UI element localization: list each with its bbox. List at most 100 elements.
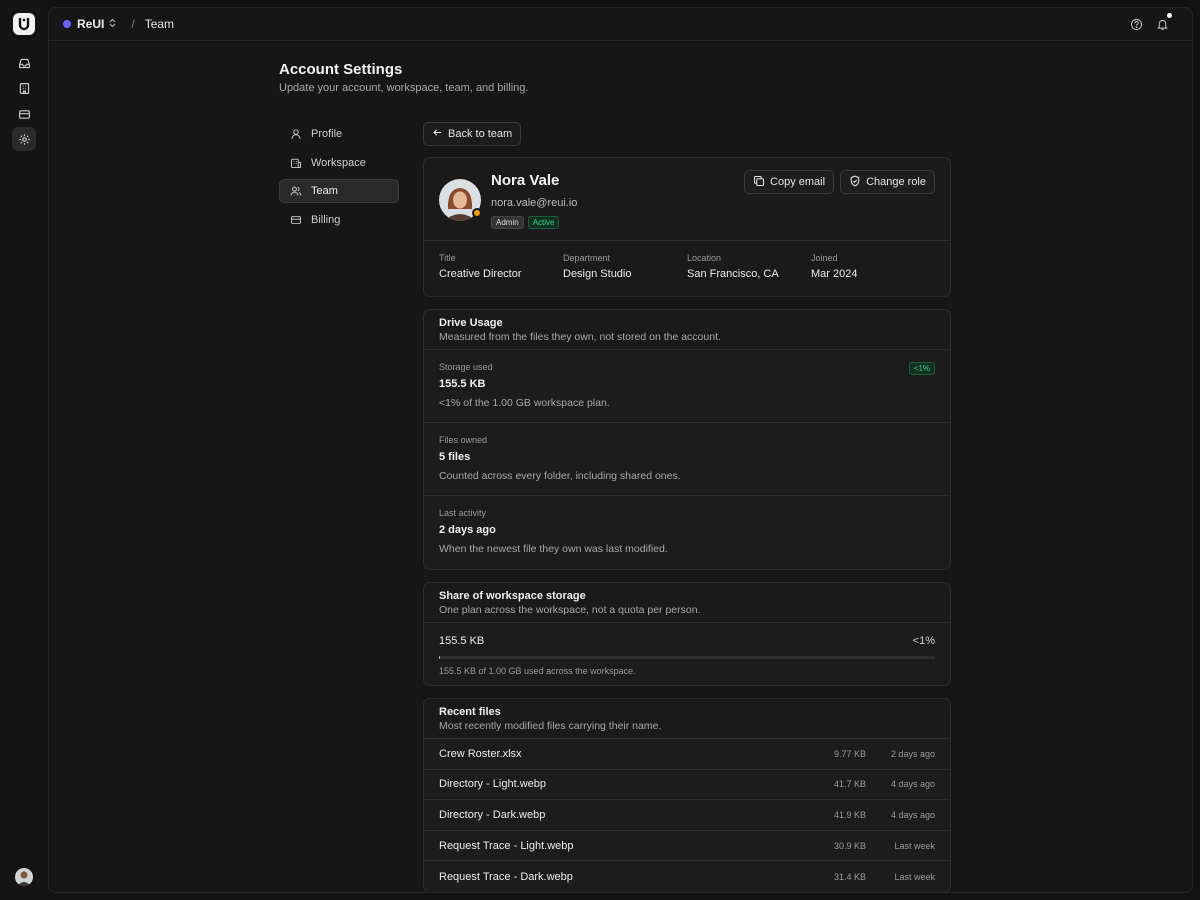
member-name: Nora Vale: [491, 172, 560, 189]
member-profile-card: Nora Vale nora.vale@reui.io Admin Active…: [423, 157, 951, 297]
copy-email-label: Copy email: [770, 176, 826, 188]
workspace-name: ReUI: [77, 17, 105, 31]
fact-title: Title Creative Director: [439, 253, 563, 296]
building-icon[interactable]: [12, 76, 36, 100]
fact-value: San Francisco, CA: [687, 268, 779, 280]
copy-icon: [753, 175, 765, 190]
file-size: 41.9 KB: [833, 809, 866, 820]
help-icon[interactable]: [1128, 16, 1144, 32]
settings-gear-icon[interactable]: [12, 127, 36, 151]
section-subtitle: Most recently modified files carrying th…: [439, 720, 662, 732]
metric-description: <1% of the 1.00 GB workspace plan.: [439, 397, 610, 409]
nav-item-label: Team: [311, 185, 338, 197]
usage-percent-badge: <1%: [908, 362, 935, 375]
bell-icon[interactable]: [1154, 13, 1172, 32]
file-modified: Last week: [894, 840, 935, 851]
share-percent: <1%: [912, 635, 935, 647]
user-icon: [290, 128, 302, 140]
file-modified: 2 days ago: [890, 748, 935, 759]
file-name: Request Trace - Dark.webp: [439, 870, 573, 883]
settings-nav: Profile Workspace Team Billing: [279, 122, 399, 236]
file-modified: 4 days ago: [890, 809, 935, 820]
change-role-button[interactable]: Change role: [840, 170, 935, 194]
user-avatar[interactable]: [15, 868, 33, 886]
shield-check-icon: [849, 175, 861, 190]
metric-description: Counted across every folder, including s…: [439, 470, 681, 482]
main-panel: ReUI / Team Account Settings Update your…: [48, 7, 1193, 893]
top-bar: ReUI / Team: [49, 8, 1192, 41]
file-row[interactable]: Request Trace - Light.webp 30.9 KB Last …: [424, 830, 950, 862]
fact-label: Location: [687, 253, 722, 263]
users-icon: [290, 185, 302, 197]
file-size: 41.7 KB: [833, 779, 866, 790]
chevron-updown-icon: [108, 17, 117, 31]
file-size: 31.4 KB: [833, 871, 866, 882]
file-row[interactable]: Directory - Light.webp 41.7 KB 4 days ag…: [424, 769, 950, 801]
role-badge: Admin: [491, 216, 524, 229]
metric-label: Storage used: [439, 362, 493, 372]
back-to-team-button[interactable]: Back to team: [423, 122, 522, 146]
page-title: Account Settings: [279, 61, 403, 78]
fact-label: Joined: [811, 253, 838, 263]
fact-joined: Joined Mar 2024: [811, 253, 935, 296]
workspace-switcher[interactable]: ReUI: [63, 17, 117, 31]
fact-location: Location San Francisco, CA: [687, 253, 811, 296]
section-title: Drive Usage: [439, 317, 503, 329]
metric-label: Last activity: [439, 508, 487, 518]
file-name: Crew Roster.xlsx: [439, 747, 522, 760]
section-subtitle: One plan across the workspace, not a quo…: [439, 604, 701, 616]
file-row[interactable]: Request Trace - Dark.webp 31.4 KB Last w…: [424, 861, 950, 892]
fact-value: Mar 2024: [811, 268, 858, 280]
workspace-share-header: Share of workspace storage One plan acro…: [424, 583, 950, 623]
storage-progress-bar: [439, 656, 935, 659]
file-modified: 4 days ago: [890, 779, 935, 790]
file-size: 30.9 KB: [833, 840, 866, 851]
nav-item-profile[interactable]: Profile: [279, 122, 399, 146]
copy-email-button[interactable]: Copy email: [744, 170, 835, 194]
file-modified: Last week: [894, 871, 935, 882]
nav-item-team[interactable]: Team: [279, 179, 399, 203]
back-button-label: Back to team: [448, 128, 513, 140]
metric-files-owned: Files owned 5 files Counted across every…: [424, 423, 950, 496]
share-value: 155.5 KB: [439, 635, 485, 647]
file-name: Directory - Dark.webp: [439, 808, 546, 821]
metric-value: 155.5 KB: [439, 378, 486, 390]
nav-item-workspace[interactable]: Workspace: [279, 151, 399, 175]
fact-value: Creative Director: [439, 268, 522, 280]
member-facts: Title Creative Director Department Desig…: [424, 241, 950, 296]
share-note: 155.5 KB of 1.00 GB used across the work…: [439, 666, 636, 676]
member-detail: Back to team Nora Vale nora.vale@reui.io…: [423, 122, 951, 892]
nav-item-label: Workspace: [311, 156, 366, 169]
inbox-icon[interactable]: [12, 51, 36, 75]
file-name: Request Trace - Light.webp: [439, 839, 574, 852]
app-logo[interactable]: [13, 13, 35, 35]
recent-files-header: Recent files Most recently modified file…: [424, 699, 950, 739]
app-rail: [0, 0, 48, 900]
change-role-label: Change role: [866, 176, 926, 188]
metric-label: Files owned: [439, 435, 488, 445]
credit-card-icon[interactable]: [12, 102, 36, 126]
section-title: Recent files: [439, 706, 501, 718]
fact-label: Title: [439, 253, 456, 263]
breadcrumb-current: Team: [144, 17, 175, 31]
building-icon: [290, 157, 302, 169]
page-subtitle: Update your account, workspace, team, an…: [279, 82, 529, 94]
file-row[interactable]: Directory - Dark.webp 41.9 KB 4 days ago: [424, 800, 950, 831]
drive-usage-card: Drive Usage Measured from the files they…: [423, 309, 951, 570]
storage-progress-fill: [439, 656, 440, 659]
fact-value: Design Studio: [563, 268, 632, 280]
status-badge: Active: [527, 216, 560, 229]
nav-item-billing[interactable]: Billing: [279, 208, 399, 232]
nav-item-label: Billing: [311, 213, 341, 226]
fact-department: Department Design Studio: [563, 253, 687, 296]
drive-usage-header: Drive Usage Measured from the files they…: [424, 310, 950, 350]
section-title: Share of workspace storage: [439, 590, 586, 602]
credit-card-icon: [290, 214, 302, 226]
member-email: nora.vale@reui.io: [491, 197, 578, 209]
workspace-color-dot: [63, 20, 71, 28]
file-row[interactable]: Crew Roster.xlsx 9.77 KB 2 days ago: [424, 739, 950, 770]
metric-value: 2 days ago: [439, 524, 496, 536]
file-size: 9.77 KB: [833, 748, 866, 759]
arrow-left-icon: [432, 127, 443, 141]
recent-files-card: Recent files Most recently modified file…: [423, 698, 951, 892]
